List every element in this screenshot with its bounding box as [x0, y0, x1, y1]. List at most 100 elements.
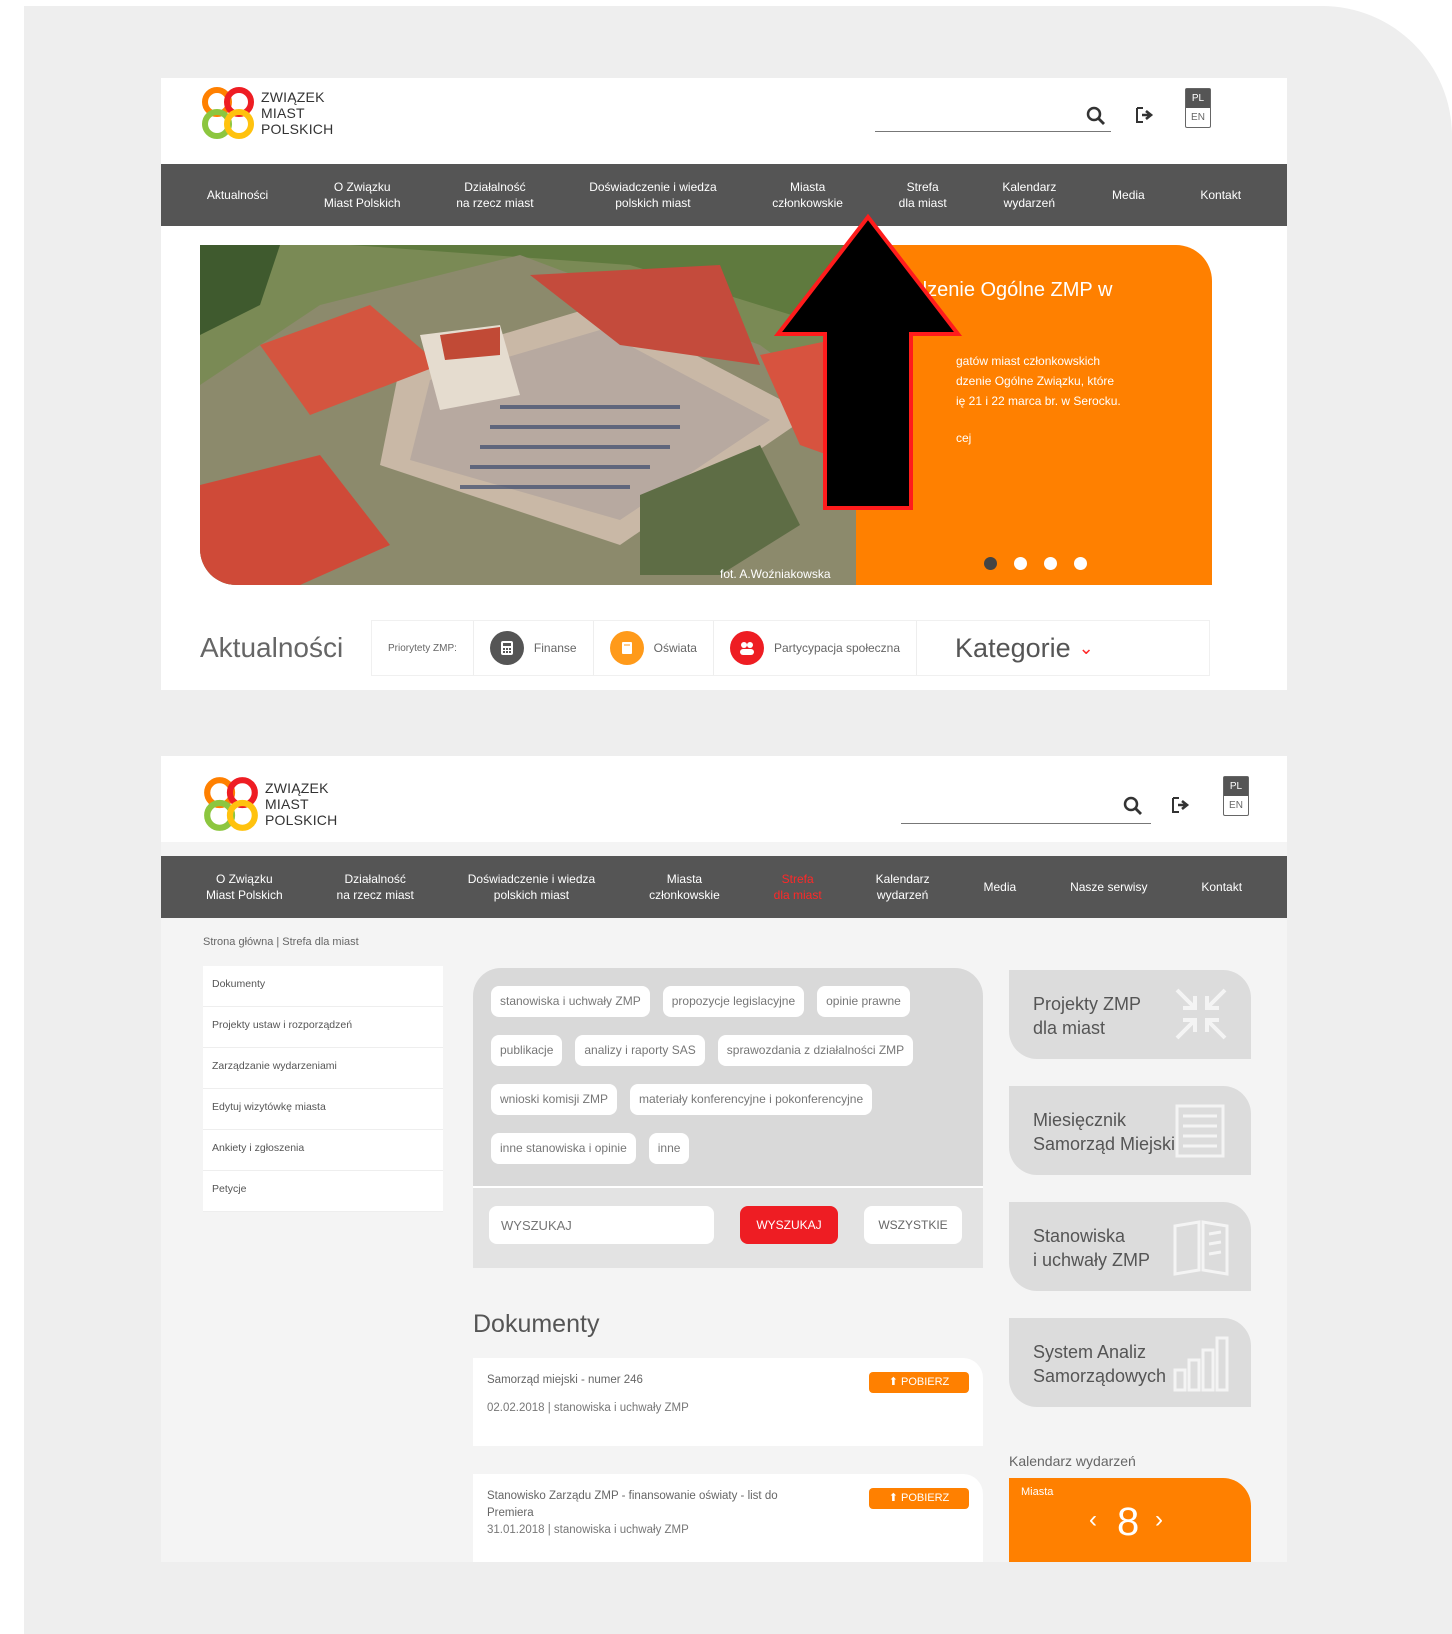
document-item[interactable]: Samorząd miejski - numer 246 02.02.2018 …: [473, 1358, 983, 1446]
logo-line-2: MIAST: [265, 796, 309, 812]
side-item-edytuj-wizytowke[interactable]: Edytuj wizytówkę miasta: [203, 1089, 443, 1130]
zmp-logo-icon-2: [204, 777, 258, 831]
download-button[interactable]: ⬆ POBIERZ: [869, 1372, 969, 1393]
search-input[interactable]: [875, 130, 1111, 132]
nav-aktualnosci[interactable]: Aktualności: [207, 187, 268, 203]
slider-dots: [984, 557, 1087, 570]
card-projekty-zmp[interactable]: Projekty ZMP dla miast: [1009, 970, 1251, 1059]
nav-miasta-czlonkowskie[interactable]: Miasta członkowskie: [649, 871, 720, 903]
document-search-input[interactable]: [489, 1206, 714, 1244]
search-input-2[interactable]: [901, 822, 1151, 824]
filter-tag[interactable]: propozycje legislacyjne: [662, 986, 805, 1017]
document-title[interactable]: Samorząd miejski - numer 246: [487, 1372, 827, 1389]
download-button[interactable]: ⬆ POBIERZ: [869, 1488, 969, 1509]
calendar-day: 8: [1117, 1500, 1140, 1544]
site-header: ZWIĄZEK MIAST POLSKICH PL EN: [161, 78, 1287, 164]
site-header-2: ZWIĄZEK MIAST POLSKICH PL EN: [161, 756, 1287, 842]
filter-tag[interactable]: analizy i raporty SAS: [575, 1035, 705, 1066]
download-label: POBIERZ: [900, 1376, 950, 1388]
logo-text-2: ZWIĄZEK MIAST POLSKICH: [265, 780, 337, 828]
zmp-logo-2[interactable]: ZWIĄZEK MIAST POLSKICH: [201, 774, 337, 834]
nav-strefa-dla-miast[interactable]: Strefa dla miast: [899, 179, 947, 211]
search-icon[interactable]: [1121, 794, 1145, 818]
filter-tag[interactable]: publikacje: [491, 1035, 563, 1066]
card-miesiecznik[interactable]: Miesięcznik Samorząd Miejski: [1009, 1086, 1251, 1175]
calendar-prev-icon[interactable]: ‹: [1089, 1506, 1097, 1534]
logo-line-3: POLSKICH: [261, 121, 334, 137]
slider-dot-1[interactable]: [984, 557, 997, 570]
filter-tag[interactable]: stanowiska i uchwały ZMP: [491, 986, 650, 1017]
photo-credit: fot. A.Woźniakowska: [720, 567, 831, 581]
show-all-button[interactable]: WSZYSTKIE: [864, 1206, 962, 1244]
breadcrumb[interactable]: Strona główna | Strefa dla miast: [203, 936, 359, 948]
filter-tag[interactable]: materiały konferencyjne i pokonferencyjn…: [630, 1084, 873, 1115]
nav-miasta-czlonkowskie[interactable]: Miasta członkowskie: [772, 179, 843, 211]
nav-kontakt[interactable]: Kontakt: [1201, 879, 1242, 895]
open-book-icon: [1173, 1220, 1229, 1276]
slider-dot-3[interactable]: [1044, 557, 1057, 570]
bar-chart-icon: [1173, 1336, 1229, 1392]
nav-doswiadczenie[interactable]: Doświadczenie i wiedza polskich miast: [468, 871, 595, 903]
language-switcher-2[interactable]: PL EN: [1223, 776, 1249, 816]
document-meta: 31.01.2018 | stanowiska i uchwały ZMP: [487, 1524, 689, 1536]
category-finanse[interactable]: Finanse: [474, 621, 594, 675]
arrows-inward-icon: [1175, 988, 1227, 1040]
document-item[interactable]: Stanowisko Zarządu ZMP - finansowanie oś…: [473, 1474, 983, 1562]
nav-nasze-serwisy[interactable]: Nasze serwisy: [1070, 879, 1147, 895]
hero-slider[interactable]: fot. A.Woźniakowska dzenie Ogólne ZMP w …: [200, 245, 1212, 585]
nav-kalendarz[interactable]: Kalendarz wydarzeń: [876, 871, 930, 903]
card-title: Stanowiska i uchwały ZMP: [1033, 1226, 1151, 1270]
nav-kontakt[interactable]: Kontakt: [1200, 187, 1241, 203]
book-icon: [609, 631, 644, 665]
news-category-bar: Priorytety ZMP: Finanse Oświata Partycyp…: [372, 621, 1209, 675]
annotation-arrow-up-icon: [773, 213, 963, 510]
category-oswiata[interactable]: Oświata: [594, 621, 714, 675]
card-stanowiska[interactable]: Stanowiska i uchwały ZMP: [1009, 1202, 1251, 1291]
slider-dot-4[interactable]: [1074, 557, 1087, 570]
categories-dropdown[interactable]: Kategorie ⌄: [955, 633, 1094, 664]
zmp-logo[interactable]: ZWIĄZEK MIAST POLSKICH: [199, 84, 333, 142]
logout-icon[interactable]: [1133, 103, 1157, 127]
filter-tag[interactable]: inne stanowiska i opinie: [491, 1133, 636, 1164]
side-item-projekty-ustaw[interactable]: Projekty ustaw i rozporządzeń: [203, 1007, 443, 1048]
side-item-zarzadzanie-wydarzeniami[interactable]: Zarządzanie wydarzeniami: [203, 1048, 443, 1089]
category-partycypacja[interactable]: Partycypacja społeczna: [714, 621, 918, 675]
newspaper-icon: [1175, 1104, 1225, 1158]
filter-tag[interactable]: sprawozdania z działalności ZMP: [717, 1035, 914, 1066]
homepage-screenshot: ZWIĄZEK MIAST POLSKICH PL EN Aktualności…: [161, 78, 1287, 690]
news-heading: Aktualności: [200, 632, 344, 663]
card-system-analiz[interactable]: System Analiz Samorządowych: [1009, 1318, 1251, 1407]
document-filters: stanowiska i uchwały ZMP propozycje legi…: [473, 968, 983, 1268]
filter-tag[interactable]: opinie prawne: [817, 986, 910, 1017]
side-item-ankiety[interactable]: Ankiety i zgłoszenia: [203, 1130, 443, 1171]
lang-en[interactable]: EN: [1224, 796, 1248, 815]
search-icon[interactable]: [1084, 104, 1108, 128]
calculator-icon: [489, 631, 524, 665]
lang-pl[interactable]: PL: [1186, 89, 1210, 108]
logout-icon[interactable]: [1169, 793, 1193, 817]
nav-strefa-dla-miast[interactable]: Strefa dla miast: [774, 871, 822, 903]
nav-media[interactable]: Media: [1112, 187, 1145, 203]
nav-media[interactable]: Media: [984, 879, 1017, 895]
filter-tag[interactable]: inne: [648, 1133, 690, 1164]
nav-o-zwiazku[interactable]: O Związku Miast Polskich: [206, 871, 283, 903]
nav-kalendarz[interactable]: Kalendarz wydarzeń: [1002, 179, 1056, 211]
document-title[interactable]: Stanowisko Zarządu ZMP - finansowanie oś…: [487, 1488, 827, 1522]
calendar-widget: Miasta ‹ 8 ›: [1009, 1478, 1251, 1562]
calendar-next-icon[interactable]: ›: [1155, 1506, 1163, 1534]
nav-o-zwiazku[interactable]: O Związku Miast Polskich: [324, 179, 401, 211]
calendar-city[interactable]: Miasta: [1021, 1486, 1053, 1498]
side-item-petycje[interactable]: Petycje: [203, 1171, 443, 1212]
lang-pl[interactable]: PL: [1224, 777, 1248, 796]
search-button[interactable]: WYSZUKAJ: [740, 1206, 838, 1244]
filter-tag[interactable]: wnioski komisji ZMP: [491, 1084, 618, 1115]
slider-dot-2[interactable]: [1014, 557, 1027, 570]
nav-doswiadczenie[interactable]: Doświadczenie i wiedza polskich miast: [589, 179, 716, 211]
category-finanse-label: Finanse: [533, 641, 577, 655]
lang-en[interactable]: EN: [1186, 108, 1210, 127]
nav-dzialalnosc[interactable]: Działalność na rzecz miast: [337, 871, 414, 903]
side-item-dokumenty[interactable]: Dokumenty: [203, 966, 443, 1007]
main-navigation: Aktualności O Związku Miast Polskich Dzi…: [161, 164, 1287, 226]
language-switcher[interactable]: PL EN: [1185, 88, 1211, 128]
nav-dzialalnosc[interactable]: Działalność na rzecz miast: [456, 179, 533, 211]
